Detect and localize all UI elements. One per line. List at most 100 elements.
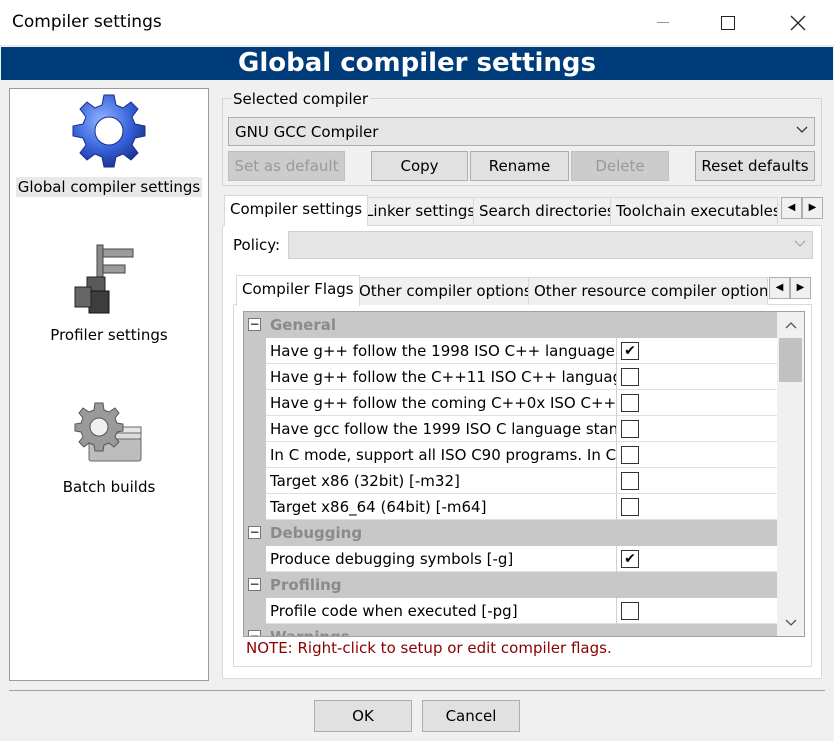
flag-checkbox[interactable] — [621, 420, 639, 438]
delete-button[interactable]: Delete — [571, 151, 669, 181]
divider — [9, 690, 825, 691]
sidebar-item-profiler[interactable]: Profiler settings — [10, 241, 208, 345]
flag-checkbox[interactable]: ✔ — [621, 342, 639, 360]
row-gutter — [244, 416, 266, 442]
title-bar: Compiler settings — [0, 0, 834, 46]
flags-scrollbar[interactable] — [777, 312, 804, 636]
flag-checkbox[interactable] — [621, 446, 639, 464]
gear-icon — [72, 94, 146, 168]
sidebar-item-global-compiler[interactable]: Global compiler settings — [10, 93, 208, 197]
copy-button[interactable]: Copy — [371, 151, 468, 181]
policy-dropdown[interactable] — [288, 231, 813, 259]
minimize-button[interactable] — [640, 0, 686, 46]
category-name: Debugging — [270, 524, 363, 542]
ok-button[interactable]: OK — [314, 700, 412, 732]
flag-row[interactable]: Have g++ follow the 1998 ISO C++ languag… — [244, 338, 777, 364]
page-title: Global compiler settings — [1, 47, 833, 80]
chevron-down-icon — [794, 237, 806, 251]
collapse-icon[interactable]: − — [248, 578, 261, 591]
flag-row[interactable]: Have g++ follow the C++11 ISO C++ langua… — [244, 364, 777, 390]
caliper-icon — [74, 244, 134, 314]
maximize-button[interactable] — [705, 0, 751, 46]
selected-compiler-label: Selected compiler — [231, 90, 371, 108]
flag-label: Have g++ follow the coming C++0x ISO C++… — [270, 390, 617, 416]
flag-label: In C mode, support all ISO C90 programs.… — [270, 442, 617, 468]
flag-label: Have gcc follow the 1999 ISO C language … — [270, 416, 617, 442]
maximize-icon — [721, 16, 735, 30]
chevron-right-icon[interactable]: ▶ — [790, 277, 811, 299]
flag-checkbox[interactable]: ✔ — [621, 550, 639, 568]
sidebar-item-label: Global compiler settings — [15, 177, 203, 197]
row-gutter — [244, 468, 266, 494]
category-row-debugging[interactable]: − Debugging — [244, 520, 777, 546]
compiler-flags-grid[interactable]: − General Have g++ follow the 1998 ISO C… — [243, 311, 805, 637]
flag-label: Produce debugging symbols [-g] — [270, 546, 617, 572]
category-name: Profiling — [270, 576, 342, 594]
flag-label: Profile code when executed [-pg] — [270, 598, 617, 624]
flag-row[interactable]: In C mode, support all ISO C90 programs.… — [244, 442, 777, 468]
flag-row[interactable]: Target x86 (32bit) [-m32] — [244, 468, 777, 494]
row-gutter — [244, 364, 266, 390]
gear-stack-icon — [74, 402, 142, 462]
chevron-left-icon[interactable]: ◀ — [781, 197, 802, 219]
row-gutter — [244, 494, 266, 520]
cancel-button[interactable]: Cancel — [422, 700, 520, 732]
sidebar-item-label: Batch builds — [62, 478, 156, 496]
scrollbar-thumb[interactable] — [779, 338, 802, 382]
close-icon — [790, 15, 806, 31]
category-name: Warnings — [270, 628, 350, 637]
compiler-dropdown[interactable]: GNU GCC Compiler — [228, 117, 815, 146]
collapse-icon[interactable]: − — [248, 526, 261, 539]
rename-button[interactable]: Rename — [470, 151, 569, 181]
chevron-right-icon[interactable]: ▶ — [802, 197, 823, 219]
outer-tab-scroll: ◀ ▶ — [781, 197, 823, 219]
row-gutter — [244, 338, 266, 364]
category-row-warnings[interactable]: − Warnings — [244, 624, 777, 637]
reset-defaults-button[interactable]: Reset defaults — [695, 151, 815, 181]
category-row-general[interactable]: − General — [244, 312, 777, 338]
category-name: General — [270, 316, 336, 334]
minimize-icon — [657, 22, 669, 23]
flag-row[interactable]: Profile code when executed [-pg] — [244, 598, 777, 624]
flag-row[interactable]: Have g++ follow the coming C++0x ISO C++… — [244, 390, 777, 416]
category-row-profiling[interactable]: − Profiling — [244, 572, 777, 598]
flag-checkbox[interactable] — [621, 394, 639, 412]
flag-label: Target x86 (32bit) [-m32] — [270, 468, 617, 494]
tab-toolchain-executables[interactable]: Toolchain executables — [610, 197, 778, 225]
flag-label: Have g++ follow the 1998 ISO C++ languag… — [270, 338, 617, 364]
window-title: Compiler settings — [12, 12, 162, 32]
flag-row[interactable]: Produce debugging symbols [-g] ✔ — [244, 546, 777, 572]
chevron-left-icon[interactable]: ◀ — [769, 277, 790, 299]
sidebar-item-label: Profiler settings — [50, 326, 168, 344]
row-gutter — [244, 390, 266, 416]
collapse-icon[interactable]: − — [248, 318, 261, 331]
row-gutter — [244, 598, 266, 624]
compiler-dropdown-value: GNU GCC Compiler — [235, 123, 379, 141]
set-as-default-button[interactable]: Set as default — [228, 151, 345, 181]
flag-checkbox[interactable] — [621, 602, 639, 620]
tab-compiler-flags[interactable]: Compiler Flags — [236, 275, 360, 306]
collapse-icon[interactable]: − — [248, 630, 261, 636]
flag-label: Target x86_64 (64bit) [-m64] — [270, 494, 617, 520]
close-button[interactable] — [775, 0, 821, 46]
policy-label: Policy: — [233, 236, 281, 254]
row-gutter — [244, 546, 266, 572]
flag-checkbox[interactable] — [621, 498, 639, 516]
inner-tab-scroll: ◀ ▶ — [769, 277, 811, 299]
flag-row[interactable]: Target x86_64 (64bit) [-m64] — [244, 494, 777, 520]
sidebar-item-batch-builds[interactable]: Batch builds — [10, 393, 208, 497]
tab-search-directories[interactable]: Search directories — [473, 197, 621, 225]
chevron-up-icon[interactable] — [777, 314, 804, 336]
flag-row[interactable]: Have gcc follow the 1999 ISO C language … — [244, 416, 777, 442]
tab-other-resource-compiler-options[interactable]: Other resource compiler options — [528, 277, 768, 305]
flag-label: Have g++ follow the C++11 ISO C++ langua… — [270, 364, 617, 390]
flag-checkbox[interactable] — [621, 472, 639, 490]
row-gutter — [244, 442, 266, 468]
tab-other-compiler-options[interactable]: Other compiler options — [353, 277, 538, 305]
flag-checkbox[interactable] — [621, 368, 639, 386]
chevron-down-icon — [796, 123, 808, 137]
chevron-down-icon[interactable] — [777, 612, 804, 634]
tab-linker-settings[interactable]: Linker settings — [359, 197, 482, 225]
tab-compiler-settings[interactable]: Compiler settings — [224, 195, 369, 226]
flags-note: NOTE: Right-click to setup or edit compi… — [246, 639, 612, 657]
